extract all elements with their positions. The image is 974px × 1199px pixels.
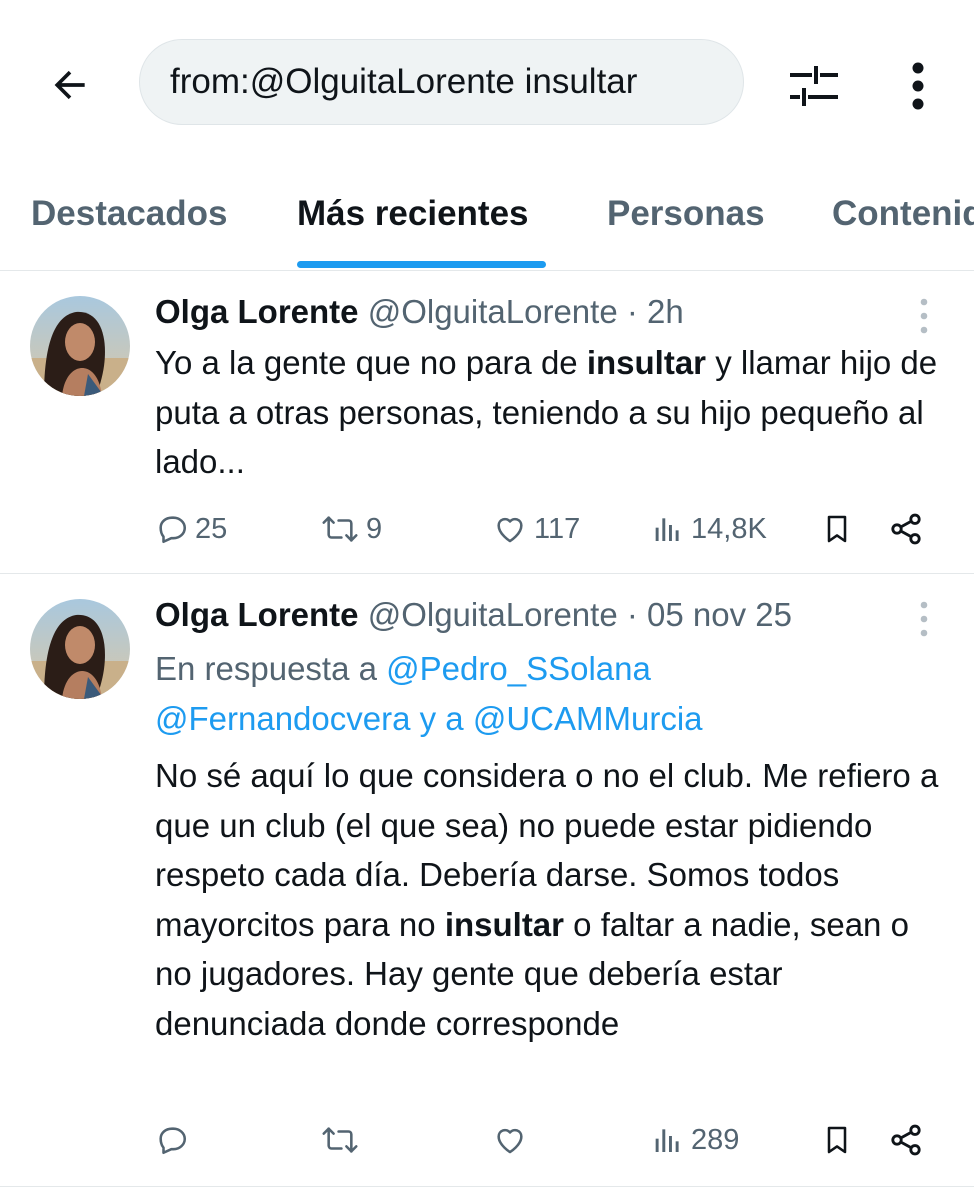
- tweet-header: Olga Lorente @OlguitaLorente · 05 nov 25: [155, 596, 792, 634]
- views-button[interactable]: 289: [653, 1115, 739, 1165]
- more-vertical-icon: [912, 62, 924, 110]
- retweet-button[interactable]: 9: [320, 504, 382, 554]
- author-handle[interactable]: @OlguitaLorente: [368, 293, 618, 330]
- like-button[interactable]: 117: [492, 504, 580, 554]
- avatar[interactable]: [30, 296, 130, 396]
- like-count: 117: [534, 512, 581, 545]
- tweet-header: Olga Lorente @OlguitaLorente · 2h: [155, 293, 684, 331]
- avatar-photo: [30, 296, 130, 396]
- tab-mas-recientes[interactable]: Más recientes: [297, 194, 529, 234]
- share-icon: [891, 1124, 921, 1156]
- bookmark-icon: [827, 1126, 847, 1154]
- views-button[interactable]: 14,8K: [653, 504, 767, 554]
- tweet-time[interactable]: 05 nov 25: [647, 596, 792, 633]
- tweet-more-icon[interactable]: [912, 599, 936, 639]
- top-bar: from:@OlguitaLorente insultar: [0, 0, 974, 168]
- tweet-text: No sé aquí lo que considera o no el club…: [155, 751, 945, 1048]
- retweet-icon: [322, 516, 358, 542]
- author-name[interactable]: Olga Lorente: [155, 596, 359, 633]
- avatar-photo: [30, 599, 130, 699]
- filter-sliders-icon: [790, 66, 838, 106]
- tweet-text: Yo a la gente que no para de insultar y …: [155, 338, 945, 487]
- back-button[interactable]: [40, 55, 100, 115]
- active-tab-indicator: [297, 261, 546, 268]
- reply-prefix: En respuesta a: [155, 650, 387, 687]
- tweet-more-icon[interactable]: [912, 296, 936, 336]
- more-options-button[interactable]: [893, 55, 943, 117]
- view-count: 289: [691, 1123, 740, 1156]
- reply-icon: [159, 1127, 187, 1155]
- reply-icon: [159, 516, 187, 544]
- share-button[interactable]: [888, 504, 924, 554]
- views-icon: [655, 1129, 679, 1152]
- avatar[interactable]: [30, 599, 130, 699]
- tab-personas[interactable]: Personas: [607, 194, 765, 234]
- like-button[interactable]: [492, 1115, 534, 1165]
- tweet[interactable]: Olga Lorente @OlguitaLorente · 05 nov 25…: [0, 574, 974, 1187]
- search-tabs: Destacados Más recientes Personas Conten…: [0, 168, 974, 271]
- search-query: from:@OlguitaLorente insultar: [170, 62, 638, 101]
- tweet-text-part: Yo a la gente que no para de: [155, 344, 587, 381]
- meta-separator: ·: [626, 293, 638, 330]
- reply-button[interactable]: [155, 1115, 195, 1165]
- tweet-actions: 289: [155, 1115, 945, 1165]
- tab-destacados[interactable]: Destacados: [31, 194, 227, 234]
- meta-separator: ·: [626, 596, 638, 633]
- retweet-button[interactable]: [320, 1115, 366, 1165]
- share-button[interactable]: [888, 1115, 924, 1165]
- reply-count: 25: [195, 512, 228, 545]
- tweet[interactable]: Olga Lorente @OlguitaLorente · 2h Yo a l…: [0, 271, 974, 574]
- tweet-time[interactable]: 2h: [647, 293, 684, 330]
- tab-contenido[interactable]: Contenido: [832, 194, 974, 234]
- search-input[interactable]: from:@OlguitaLorente insultar: [139, 39, 744, 125]
- reply-join: y a: [410, 699, 473, 737]
- author-handle[interactable]: @OlguitaLorente: [368, 596, 618, 633]
- views-icon: [655, 518, 679, 541]
- search-filter-button[interactable]: [783, 55, 845, 117]
- like-icon: [497, 1128, 523, 1154]
- like-icon: [497, 517, 523, 543]
- view-count: 14,8K: [691, 512, 767, 545]
- author-name[interactable]: Olga Lorente: [155, 293, 359, 330]
- mention-link[interactable]: @Fernandocvera: [155, 700, 410, 737]
- retweet-count: 9: [366, 512, 383, 545]
- search-term-highlight: insultar: [586, 344, 707, 381]
- reply-context: En respuesta a @Pedro_SSolana @Fernandocv…: [155, 644, 945, 743]
- search-term-highlight: insultar: [444, 905, 565, 943]
- back-arrow-icon: [54, 70, 85, 100]
- mention-link[interactable]: @UCAMMurcia: [473, 700, 703, 737]
- bookmark-button[interactable]: [821, 1115, 853, 1165]
- bookmark-icon: [827, 515, 847, 543]
- tweet-actions: 25 9 117 14,8K: [155, 504, 945, 554]
- reply-button[interactable]: 25: [155, 504, 227, 554]
- mention-link[interactable]: @Pedro_SSolana: [386, 650, 651, 687]
- share-icon: [891, 513, 921, 545]
- retweet-icon: [322, 1127, 358, 1153]
- bookmark-button[interactable]: [821, 504, 853, 554]
